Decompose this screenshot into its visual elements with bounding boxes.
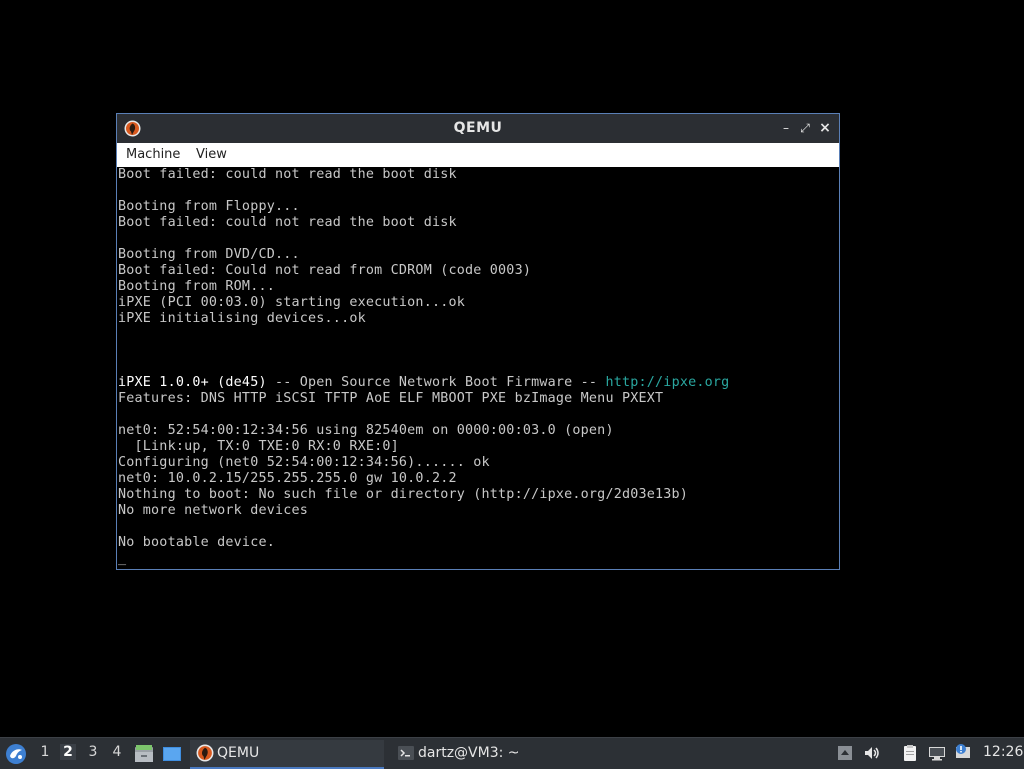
console-line: Boot failed: Could not read from CDROM (… (118, 263, 532, 278)
window-titlebar[interactable]: QEMU – ⤢ × (117, 114, 839, 143)
update-notifier-icon[interactable] (953, 743, 973, 763)
maximize-button[interactable]: ⤢ (797, 119, 813, 137)
console-line: [Link:up, TX:0 TXE:0 RX:0 RXE:0] (118, 439, 399, 454)
console-line: Booting from Floppy... (118, 199, 300, 214)
workspace-2[interactable]: 2 (60, 744, 76, 760)
qemu-window[interactable]: QEMU – ⤢ × Machine View Boot failed: cou… (116, 113, 840, 570)
ipxe-url: http://ipxe.org (605, 375, 730, 390)
volume-icon[interactable] (862, 743, 882, 763)
minimize-button[interactable]: – (778, 119, 794, 137)
task-qemu[interactable]: QEMU (190, 740, 384, 769)
task-label: dartz@VM3: ~ (418, 745, 520, 761)
qemu-icon (196, 744, 214, 762)
window-title: QEMU (453, 120, 503, 136)
vm-console[interactable]: Boot failed: could not read the boot dis… (117, 167, 839, 569)
console-line: Nothing to boot: No such file or directo… (118, 487, 689, 502)
console-line: Boot failed: could not read the boot dis… (118, 215, 457, 230)
clipboard-icon[interactable] (900, 743, 920, 763)
start-menu-icon[interactable] (4, 742, 28, 766)
task-terminal[interactable]: dartz@VM3: ~ (391, 740, 581, 767)
file-manager-icon[interactable] (133, 743, 155, 765)
menu-machine[interactable]: Machine (126, 147, 180, 162)
console-line: Features: DNS HTTP iSCSI TFTP AoE ELF MB… (118, 391, 664, 406)
tray-expand-icon[interactable] (835, 743, 855, 763)
ipxe-version: iPXE 1.0.0+ (de45) (118, 375, 267, 390)
console-line: Booting from ROM... (118, 279, 275, 294)
ipxe-banner-line: iPXE 1.0.0+ (de45) -- Open Source Networ… (118, 375, 839, 391)
console-line: net0: 10.0.2.15/255.255.255.0 gw 10.0.2.… (118, 471, 457, 486)
console-output: Boot failed: could not read the boot dis… (117, 167, 839, 567)
console-line: iPXE initialising devices...ok (118, 311, 366, 326)
workspace-4[interactable]: 4 (109, 744, 125, 760)
ipxe-banner-text: -- Open Source Network Boot Firmware -- (266, 375, 606, 390)
workspace-3[interactable]: 3 (85, 744, 101, 760)
show-desktop-icon[interactable] (161, 743, 183, 765)
clock[interactable]: 12:26 (983, 744, 1023, 760)
terminal-icon (398, 746, 414, 760)
menubar: Machine View (117, 143, 839, 167)
console-cursor: _ (118, 551, 127, 566)
taskbar: 1 2 3 4 QEMU dartz@VM3: ~ 12:26 (0, 737, 1024, 769)
menu-view[interactable]: View (196, 147, 227, 162)
workspace-1[interactable]: 1 (37, 744, 53, 760)
task-label: QEMU (217, 745, 260, 761)
console-line: Boot failed: could not read the boot dis… (118, 167, 457, 182)
console-line: Booting from DVD/CD... (118, 247, 300, 262)
console-line: iPXE (PCI 00:03.0) starting execution...… (118, 295, 465, 310)
console-line: No bootable device. (118, 535, 275, 550)
network-icon[interactable] (927, 743, 947, 763)
console-line: No more network devices (118, 503, 309, 518)
console-line: Configuring (net0 52:54:00:12:34:56)....… (118, 455, 490, 470)
close-button[interactable]: × (817, 119, 833, 137)
console-line: net0: 52:54:00:12:34:56 using 82540em on… (118, 423, 614, 438)
